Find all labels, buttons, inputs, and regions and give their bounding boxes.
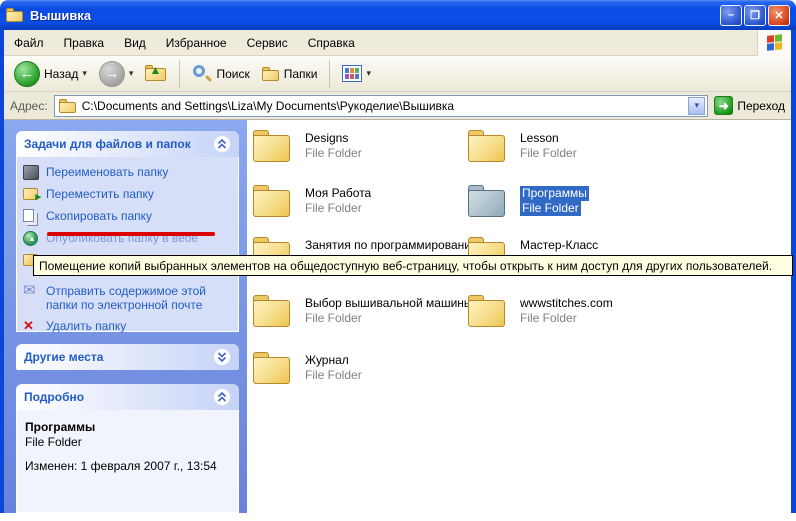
address-path[interactable]: C:\Documents and Settings\Liza\My Docume… (82, 99, 684, 113)
close-button[interactable]: ✕ (768, 5, 790, 26)
menu-edit[interactable]: Правка (54, 32, 115, 54)
folder-icon (253, 295, 291, 327)
details-folder-name: Программы (25, 420, 230, 434)
views-icon (342, 65, 362, 82)
menu-help[interactable]: Справка (298, 32, 365, 54)
copy-icon (23, 209, 39, 224)
move-folder-icon: ▸ (23, 187, 39, 202)
folders-button[interactable]: Папки (258, 65, 322, 83)
back-button[interactable]: ← Назад ▾ (10, 59, 91, 89)
other-places-panel: Другие места (16, 344, 239, 370)
go-button[interactable]: ➜ Переход (714, 96, 785, 115)
address-bar: Адрес: C:\Documents and Settings\Liza\My… (4, 92, 791, 120)
folder-tile-programmy-selected[interactable]: ПрограммыFile Folder (468, 185, 680, 217)
folder-tile-zhurnal[interactable]: ЖурналFile Folder (253, 352, 465, 384)
chevron-up-icon[interactable] (213, 135, 231, 153)
back-icon: ← (14, 61, 40, 87)
up-button[interactable]: ▲ (141, 63, 171, 85)
search-button[interactable]: Поиск (188, 62, 253, 86)
search-label: Поиск (216, 67, 249, 81)
email-icon: ✉ (23, 284, 39, 299)
red-marker-annotation (47, 232, 215, 236)
chevron-down-icon[interactable] (213, 348, 231, 366)
publish-web-icon (23, 231, 39, 246)
details-panel-title: Подробно (24, 390, 84, 404)
details-panel-body: Программы File Folder Изменен: 1 февраля… (16, 410, 239, 513)
address-folder-icon (59, 99, 77, 113)
minimize-button[interactable]: – (720, 5, 742, 26)
maximize-button[interactable]: ❐ (744, 5, 766, 26)
details-folder-type: File Folder (25, 435, 230, 449)
go-arrow-icon: ➜ (714, 96, 733, 115)
menu-bar: Файл Правка Вид Избранное Сервис Справка (4, 30, 791, 56)
folders-label: Папки (284, 67, 318, 81)
folders-icon (262, 67, 280, 81)
views-button[interactable]: ▾ (338, 63, 375, 84)
menu-tools[interactable]: Сервис (237, 32, 298, 54)
window-title: Вышивка (30, 8, 91, 23)
other-places-header[interactable]: Другие места (16, 344, 239, 370)
toolbar-separator (329, 60, 330, 88)
windows-logo (757, 30, 791, 56)
other-places-title: Другие места (24, 350, 103, 364)
folder-tile-vybor-mashiny[interactable]: Выбор вышивальной машиныFile Folder (253, 295, 465, 327)
toolbar: ← Назад ▾ → ▾ ▲ Поиск Папки ▾ (4, 56, 791, 92)
folder-icon (253, 352, 291, 384)
delete-icon: ✕ (23, 319, 39, 334)
folder-icon (253, 185, 291, 217)
views-dropdown-icon[interactable]: ▾ (366, 68, 371, 79)
window-folder-icon (6, 8, 24, 22)
folder-icon (468, 130, 506, 162)
details-modified: Изменен: 1 февраля 2007 г., 13:54 (25, 459, 230, 473)
tasks-panel-title: Задачи для файлов и папок (24, 137, 191, 151)
up-folder-icon: ▲ (145, 65, 167, 83)
folder-icon-selected (468, 185, 506, 217)
task-pane: Задачи для файлов и папок Переименовать … (4, 120, 247, 513)
title-bar: Вышивка – ❐ ✕ (0, 0, 796, 30)
folder-tile-moya-rabota[interactable]: Моя РаботаFile Folder (253, 185, 465, 217)
forward-icon: → (99, 61, 125, 87)
details-panel: Подробно Программы File Folder Изменен: … (16, 384, 239, 513)
task-delete-folder[interactable]: ✕ Удалить папку (23, 319, 232, 334)
tasks-panel-header[interactable]: Задачи для файлов и папок (16, 131, 239, 157)
task-copy-folder[interactable]: Скопировать папку (23, 209, 232, 224)
back-label: Назад (44, 67, 78, 81)
folder-tile-designs[interactable]: DesignsFile Folder (253, 130, 465, 162)
address-dropdown-button[interactable]: ▾ (688, 97, 705, 115)
task-rename-folder[interactable]: Переименовать папку (23, 165, 232, 180)
details-panel-header[interactable]: Подробно (16, 384, 239, 410)
folder-view: DesignsFile Folder LessonFile Folder Моя… (247, 120, 791, 521)
folder-icon (253, 130, 291, 162)
folder-icon (468, 295, 506, 327)
forward-button[interactable]: → ▾ (95, 59, 138, 89)
task-move-folder[interactable]: ▸ Переместить папку (23, 187, 232, 202)
menu-file[interactable]: Файл (4, 32, 54, 54)
chevron-up-icon[interactable] (213, 388, 231, 406)
search-icon (192, 64, 212, 84)
rename-icon (23, 165, 39, 180)
address-input[interactable]: C:\Documents and Settings\Liza\My Docume… (54, 95, 709, 117)
folder-tile-wwwstitches[interactable]: wwwstitches.comFile Folder (468, 295, 680, 327)
tooltip: Помещение копий выбранных элементов на о… (33, 255, 793, 276)
tasks-panel-body: Переименовать папку ▸ Переместить папку … (16, 157, 239, 332)
task-email-folder[interactable]: ✉ Отправить содержимое этой папки по эле… (23, 284, 232, 312)
folder-tile-lesson[interactable]: LessonFile Folder (468, 130, 680, 162)
back-dropdown-icon[interactable]: ▾ (82, 68, 87, 79)
forward-dropdown-icon[interactable]: ▾ (129, 68, 134, 79)
address-label: Адрес: (10, 99, 48, 113)
menu-favorites[interactable]: Избранное (156, 32, 237, 54)
go-label: Переход (737, 99, 785, 113)
menu-view[interactable]: Вид (114, 32, 156, 54)
explorer-window: Вышивка – ❐ ✕ Файл Правка Вид Избранное … (0, 0, 796, 521)
toolbar-separator (179, 60, 180, 88)
